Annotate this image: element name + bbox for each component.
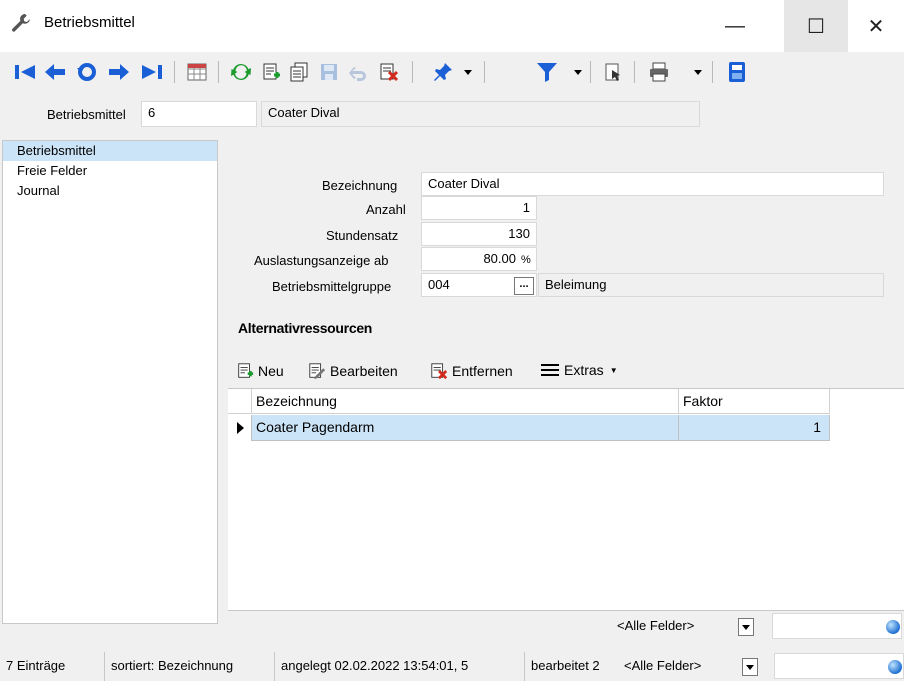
title-bar: Betriebsmittel — ☐ ✕ — [0, 0, 904, 52]
status-created: angelegt 02.02.2022 13:54:01, 5 — [274, 652, 520, 681]
status-filter-dropdown-icon[interactable] — [742, 658, 758, 676]
window-title: Betriebsmittel — [44, 14, 135, 31]
entfernen-button[interactable]: Entfernen — [430, 362, 513, 380]
nav-item-journal[interactable]: Journal — [3, 181, 217, 201]
entfernen-label: Entfernen — [452, 363, 513, 379]
gruppe-name-field: Beleimung — [538, 273, 884, 297]
calculator-icon[interactable] — [724, 58, 750, 86]
pin-dropdown-icon[interactable] — [464, 70, 472, 75]
extras-button[interactable]: Extras ▼ — [540, 362, 618, 378]
print-dropdown-icon[interactable] — [694, 70, 702, 75]
bezeichnung-field[interactable]: Coater Dival — [421, 172, 884, 196]
stundensatz-label: Stundensatz — [326, 228, 399, 243]
filter-icon[interactable] — [534, 58, 560, 86]
extras-label: Extras — [564, 362, 604, 378]
auslastung-value: 80.00 — [483, 251, 516, 266]
grid-filter-select[interactable]: <Alle Felder> — [611, 614, 729, 640]
globe-icon[interactable] — [886, 620, 900, 634]
status-bar: 7 Einträge sortiert: Bezeichnung angeleg… — [0, 652, 904, 681]
record-number-field[interactable]: 6 — [141, 101, 257, 127]
delete-icon[interactable] — [376, 58, 402, 86]
edit-icon — [308, 362, 326, 380]
anzahl-field[interactable]: 1 — [421, 196, 537, 220]
close-button[interactable]: ✕ — [848, 0, 904, 52]
history-icon[interactable] — [74, 58, 100, 86]
next-record-icon[interactable] — [106, 58, 132, 86]
auslastung-unit: % — [521, 254, 531, 266]
bezeichnung-label: Bezeichnung — [322, 178, 398, 193]
maximize-button[interactable]: ☐ — [784, 0, 848, 52]
menu-icon — [540, 362, 560, 378]
bearbeiten-label: Bearbeiten — [330, 363, 398, 379]
table-row[interactable]: Coater Pagendarm — [252, 415, 679, 441]
status-edited: bearbeitet 2 — [524, 652, 620, 681]
delete-icon — [430, 362, 448, 380]
grid-filter-bar: <Alle Felder> — [228, 610, 904, 642]
auslastung-field[interactable]: 80.00 — [421, 247, 537, 271]
copy-record-icon[interactable] — [286, 58, 312, 86]
main-toolbar — [0, 52, 904, 92]
nav-item-freie-felder[interactable]: Freie Felder — [3, 161, 217, 181]
nav-list: Betriebsmittel Freie Felder Journal — [2, 140, 218, 624]
current-row-icon — [228, 415, 252, 441]
globe-icon[interactable] — [888, 660, 902, 674]
anzahl-label: Anzahl — [366, 202, 406, 217]
wrench-icon — [10, 12, 32, 34]
grid-filter-dropdown-icon[interactable] — [738, 618, 754, 636]
status-filter-input[interactable] — [774, 653, 904, 679]
nav-item-betriebsmittel[interactable]: Betriebsmittel — [3, 141, 217, 161]
previous-record-icon[interactable] — [42, 58, 68, 86]
filter-dropdown-icon[interactable] — [574, 70, 582, 75]
pin-icon[interactable] — [430, 58, 456, 86]
first-record-icon[interactable] — [12, 58, 38, 86]
refresh-icon[interactable] — [228, 58, 254, 86]
last-record-icon[interactable] — [138, 58, 166, 86]
undo-icon[interactable] — [346, 58, 372, 86]
save-icon[interactable] — [316, 58, 342, 86]
status-filter-select[interactable]: <Alle Felder> — [618, 654, 738, 680]
record-name-field: Coater Dival — [261, 101, 700, 127]
table-cell-faktor[interactable]: 1 — [679, 415, 830, 441]
row-indicator-header — [228, 389, 252, 414]
status-sort: sortiert: Bezeichnung — [104, 652, 268, 681]
grid-filter-input[interactable] — [772, 613, 902, 639]
auslastung-label: Auslastungsanzeige ab — [254, 253, 389, 268]
stundensatz-field[interactable]: 130 — [421, 222, 537, 246]
table-view-icon[interactable] — [184, 58, 210, 86]
gruppe-lookup-button[interactable]: ... — [514, 277, 534, 295]
neu-button[interactable]: Neu — [236, 362, 284, 380]
chevron-down-icon: ▼ — [609, 365, 618, 375]
print-icon[interactable] — [646, 58, 672, 86]
column-header-faktor[interactable]: Faktor — [679, 389, 830, 414]
column-header-bezeichnung[interactable]: Bezeichnung — [252, 389, 679, 414]
alternatives-title: Alternativressourcen — [238, 320, 373, 336]
alternatives-grid: Bezeichnung Faktor Coater Pagendarm 1 — [228, 388, 904, 610]
alternatives-toolbar: Neu Bearbeiten Entfernen Extras ▼ — [228, 356, 904, 386]
export-icon[interactable] — [600, 58, 626, 86]
new-record-icon[interactable] — [258, 58, 284, 86]
neu-label: Neu — [258, 363, 284, 379]
header-label: Betriebsmittel — [47, 107, 126, 122]
gruppe-label: Betriebsmittelgruppe — [272, 279, 392, 294]
bearbeiten-button[interactable]: Bearbeiten — [308, 362, 398, 380]
status-count: 7 Einträge — [6, 658, 66, 673]
minimize-button[interactable]: — — [707, 0, 763, 52]
new-record-icon — [236, 362, 254, 380]
